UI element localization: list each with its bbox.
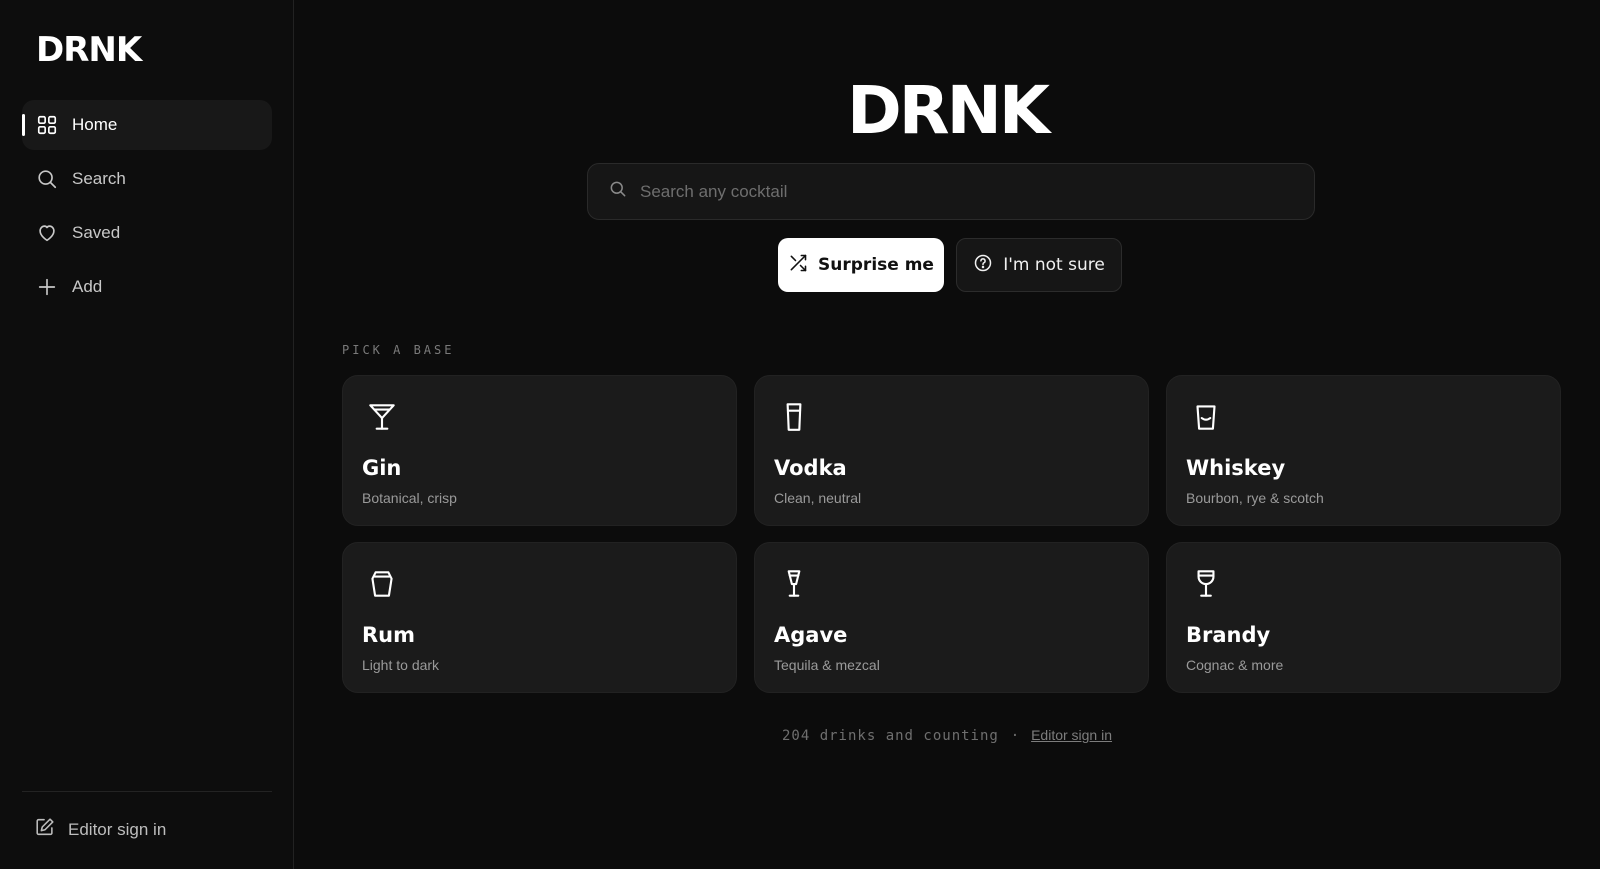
base-description: Clean, neutral — [774, 490, 862, 506]
rocks-glass-icon — [1189, 400, 1223, 434]
cocktail-glass-icon — [777, 567, 811, 601]
search-icon — [608, 179, 640, 204]
sidebar-item-home[interactable]: Home — [22, 100, 272, 150]
app-root: DRNK Home Search Saved Add Editor sign i… — [0, 0, 1600, 869]
search-input[interactable] — [640, 164, 1314, 219]
base-description: Bourbon, rye & scotch — [1186, 490, 1324, 506]
help-circle-icon — [973, 253, 1003, 278]
editor-sign-in-label: Editor sign in — [68, 819, 167, 839]
base-card-agave[interactable]: Agave Tequila & mezcal — [754, 542, 1149, 693]
sidebar-item-saved[interactable]: Saved — [22, 208, 272, 258]
base-name: Vodka — [774, 456, 847, 480]
sidebar-item-label: Add — [72, 277, 103, 296]
section-label: PICK A BASE — [342, 343, 455, 357]
base-description: Light to dark — [362, 657, 440, 673]
not-sure-button[interactable]: I'm not sure — [956, 238, 1122, 292]
page-title: DRNK — [847, 72, 1050, 149]
search-bar — [587, 163, 1315, 220]
base-description: Cognac & more — [1186, 657, 1284, 673]
edit-icon — [34, 816, 68, 843]
base-name: Brandy — [1186, 623, 1271, 647]
sidebar-divider — [22, 791, 272, 792]
main-content: DRNK Surprise me I'm not sure PICK A BAS… — [294, 0, 1600, 869]
sidebar: DRNK Home Search Saved Add Editor sign i… — [0, 0, 294, 869]
plus-icon — [36, 276, 58, 298]
drink-count-text: 204 drinks and counting — [781, 728, 999, 744]
base-name: Rum — [362, 623, 416, 647]
sidebar-item-label: Home — [72, 115, 118, 134]
grid-icon — [36, 114, 58, 136]
base-card-brandy[interactable]: Brandy Cognac & more — [1166, 542, 1561, 693]
surprise-me-label: Surprise me — [818, 255, 934, 275]
base-name: Gin — [362, 456, 402, 480]
sidebar-item-label: Saved — [72, 223, 121, 242]
tumbler-glass-icon — [365, 567, 399, 601]
brand-logo[interactable]: DRNK — [36, 30, 142, 70]
base-card-gin[interactable]: Gin Botanical, crisp — [342, 375, 737, 526]
sidebar-item-label: Search — [72, 169, 126, 188]
heart-icon — [36, 222, 58, 244]
highball-glass-icon — [777, 400, 811, 434]
base-card-vodka[interactable]: Vodka Clean, neutral — [754, 375, 1149, 526]
base-description: Botanical, crisp — [362, 490, 457, 506]
base-name: Agave — [774, 623, 848, 647]
base-description: Tequila & mezcal — [774, 657, 880, 673]
base-card-rum[interactable]: Rum Light to dark — [342, 542, 737, 693]
base-card-whiskey[interactable]: Whiskey Bourbon, rye & scotch — [1166, 375, 1561, 526]
editor-sign-in-link[interactable]: Editor sign in — [34, 816, 166, 843]
shuffle-icon — [788, 253, 818, 278]
footer: 204 drinks and counting · Editor sign in — [294, 727, 1600, 744]
martini-glass-icon — [365, 400, 399, 434]
base-name: Whiskey — [1186, 456, 1286, 480]
not-sure-label: I'm not sure — [1003, 255, 1105, 275]
snifter-glass-icon — [1189, 567, 1223, 601]
sidebar-nav: Home Search Saved Add — [22, 100, 272, 316]
sidebar-item-add[interactable]: Add — [22, 262, 272, 312]
footer-separator: · — [1010, 728, 1020, 744]
footer-editor-sign-in-link[interactable]: Editor sign in — [1031, 727, 1112, 743]
surprise-me-button[interactable]: Surprise me — [778, 238, 944, 292]
sidebar-item-search[interactable]: Search — [22, 154, 272, 204]
search-icon — [36, 168, 58, 190]
